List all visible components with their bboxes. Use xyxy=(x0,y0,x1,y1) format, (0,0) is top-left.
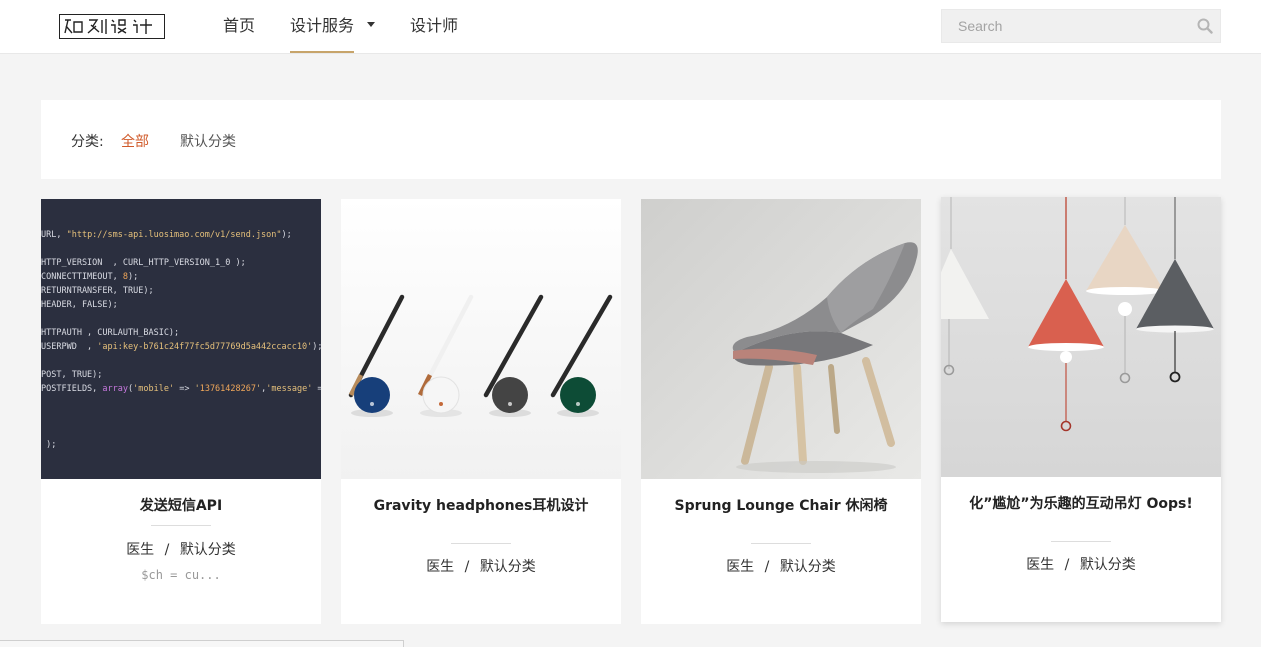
code-line: URL, "http://sms-api.luosimao.com/v1/sen… xyxy=(41,230,292,240)
post-thumbnail-headphones[interactable] xyxy=(341,199,621,479)
title-divider xyxy=(451,543,511,544)
code-line: ); xyxy=(41,440,57,450)
title-divider xyxy=(1051,541,1111,542)
category-filter-bar: 分类: 全部 默认分类 xyxy=(41,100,1221,179)
meta-separator: / xyxy=(164,542,170,558)
post-title[interactable]: 化”尴尬”为乐趣的互动吊灯 Oops! xyxy=(941,493,1221,513)
nav-design-services[interactable]: 设计服务 xyxy=(290,15,355,53)
post-title[interactable]: Gravity headphones耳机设计 xyxy=(341,495,621,515)
post-category[interactable]: 默认分类 xyxy=(480,559,536,575)
post-author[interactable]: 医生 xyxy=(426,559,454,575)
post-title[interactable]: 发送短信API xyxy=(41,495,321,515)
code-line: POSTFIELDS, array('mobile' => '137614282… xyxy=(41,384,321,394)
logo-wordmark-icon xyxy=(64,19,152,34)
post-category[interactable]: 默认分类 xyxy=(180,542,236,558)
post-thumbnail-code[interactable]: URL, "http://sms-api.luosimao.com/v1/sen… xyxy=(41,199,321,479)
post-author[interactable]: 医生 xyxy=(1026,557,1054,573)
post-author[interactable]: 医生 xyxy=(726,559,754,575)
post-meta: 医生 / 默认分类 xyxy=(641,556,921,576)
filter-all[interactable]: 全部 xyxy=(121,131,149,151)
pendant-lamps-photo xyxy=(941,197,1221,477)
search-box xyxy=(941,9,1221,43)
title-divider xyxy=(751,543,811,544)
post-author[interactable]: 医生 xyxy=(126,542,154,558)
nav-home[interactable]: 首页 xyxy=(223,15,255,37)
filter-default-category[interactable]: 默认分类 xyxy=(180,131,236,151)
post-card[interactable]: Gravity headphones耳机设计 医生 / 默认分类 xyxy=(341,199,621,624)
code-line: HEADER, FALSE); xyxy=(41,300,118,310)
site-header: 首页 设计服务 设计师 xyxy=(0,0,1261,54)
code-line: HTTP_VERSION , CURL_HTTP_VERSION_1_0 ); xyxy=(41,258,246,268)
code-line: CONNECTTIMEOUT, 8); xyxy=(41,272,139,282)
search-icon[interactable] xyxy=(1197,18,1213,34)
post-meta: 医生 / 默认分类 xyxy=(41,539,321,559)
code-line: HTTPAUTH , CURLAUTH_BASIC); xyxy=(41,328,180,338)
post-excerpt: $ch = cu... xyxy=(141,568,221,582)
chevron-down-icon[interactable] xyxy=(367,22,375,27)
code-snippet: URL, "http://sms-api.luosimao.com/v1/sen… xyxy=(41,228,321,452)
title-divider xyxy=(151,525,211,526)
meta-separator: / xyxy=(1064,557,1070,573)
headphones-photo xyxy=(341,199,621,479)
post-meta: 医生 / 默认分类 xyxy=(341,556,621,576)
post-category[interactable]: 默认分类 xyxy=(780,559,836,575)
search-input[interactable] xyxy=(942,10,1198,42)
code-line: POST, TRUE); xyxy=(41,370,103,380)
post-card[interactable]: URL, "http://sms-api.luosimao.com/v1/sen… xyxy=(41,199,321,624)
code-line: RETURNTRANSFER, TRUE); xyxy=(41,286,154,296)
nav-designers[interactable]: 设计师 xyxy=(410,15,458,37)
meta-separator: / xyxy=(764,559,770,575)
lounge-chair-photo xyxy=(641,199,921,479)
post-card[interactable]: Sprung Lounge Chair 休闲椅 医生 / 默认分类 xyxy=(641,199,921,624)
post-card[interactable]: 化”尴尬”为乐趣的互动吊灯 Oops! 医生 / 默认分类 xyxy=(941,197,1221,622)
site-logo[interactable] xyxy=(59,14,165,39)
post-thumbnail-chair[interactable] xyxy=(641,199,921,479)
post-thumbnail-lamps[interactable] xyxy=(941,197,1221,477)
post-meta: 医生 / 默认分类 xyxy=(941,554,1221,574)
code-line: USERPWD , 'api:key-b761c24f77fc5d77769d5… xyxy=(41,342,321,352)
post-category[interactable]: 默认分类 xyxy=(1080,557,1136,573)
meta-separator: / xyxy=(464,559,470,575)
filter-label: 分类: xyxy=(71,134,104,150)
post-title[interactable]: Sprung Lounge Chair 休闲椅 xyxy=(641,495,921,515)
